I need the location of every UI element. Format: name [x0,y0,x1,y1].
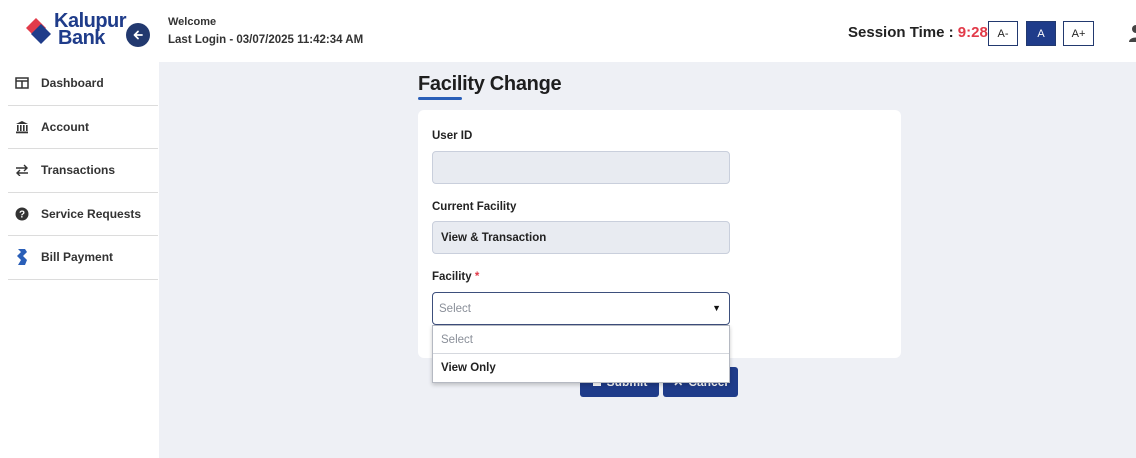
last-login-text: Last Login - 03/07/2025 11:42:34 AM [168,34,364,46]
facility-select[interactable]: Select ▼ [432,292,730,325]
sidebar-item-label: Transactions [41,163,116,178]
bill-payment-icon [14,249,30,266]
current-facility-field[interactable]: View & Transaction [432,221,730,254]
dropdown-option-select[interactable]: Select [433,326,729,354]
sidebar-item-dashboard[interactable]: Dashboard [8,62,158,106]
session-timer: Session Time : 9:28 [848,24,988,41]
facility-select-value: Select [439,302,471,315]
sidebar-item-service-requests[interactable]: ? Service Requests [8,193,158,236]
sidebar-item-transactions[interactable]: Transactions [8,149,158,193]
required-marker: * [474,271,480,283]
session-time-value: 9:28 [957,24,988,41]
user-id-field[interactable] [432,151,730,184]
bank-logo-icon [26,18,51,44]
facility-label-text: Facility [432,271,472,283]
arrow-left-icon [133,30,143,40]
sidebar-item-bill-payment[interactable]: Bill Payment [8,236,158,280]
transfer-arrows-icon [14,162,30,178]
sidebar-item-account[interactable]: Account [8,106,158,149]
sidebar-item-label: Dashboard [41,76,104,91]
bank-name-line2: Bank [58,27,105,49]
page-title: Facility Change [418,73,562,95]
dashboard-icon [14,75,30,91]
session-label: Session Time : [848,24,958,41]
bank-icon [14,119,30,135]
caret-down-icon: ▼ [712,303,721,313]
sidebar-item-label: Service Requests [41,206,142,221]
font-normal-button[interactable]: A [1026,21,1056,46]
bank-name: Kalupur Bank [54,11,127,49]
user-profile-icon[interactable] [1127,22,1136,44]
facility-label: Facility * [432,271,479,283]
bank-logo[interactable]: Kalupur Bank [24,11,127,53]
svg-text:?: ? [19,209,25,220]
dropdown-option-view-only[interactable]: View Only [433,354,729,382]
sidebar: Dashboard Account Transactions ? Service… [8,62,158,280]
welcome-text: Welcome [168,16,217,28]
help-circle-icon: ? [14,206,30,222]
font-decrease-button[interactable]: A- [988,21,1018,46]
sidebar-item-label: Bill Payment [41,250,114,265]
current-facility-label: Current Facility [432,201,517,213]
user-id-label: User ID [432,130,473,142]
font-increase-button[interactable]: A+ [1063,21,1094,46]
sidebar-item-label: Account [41,119,89,134]
header: Kalupur Bank Welcome Last Login - 03/07/… [0,0,1136,62]
facility-dropdown-menu: Select View Only [432,325,730,383]
title-underline [418,97,462,100]
back-button[interactable] [126,23,150,47]
